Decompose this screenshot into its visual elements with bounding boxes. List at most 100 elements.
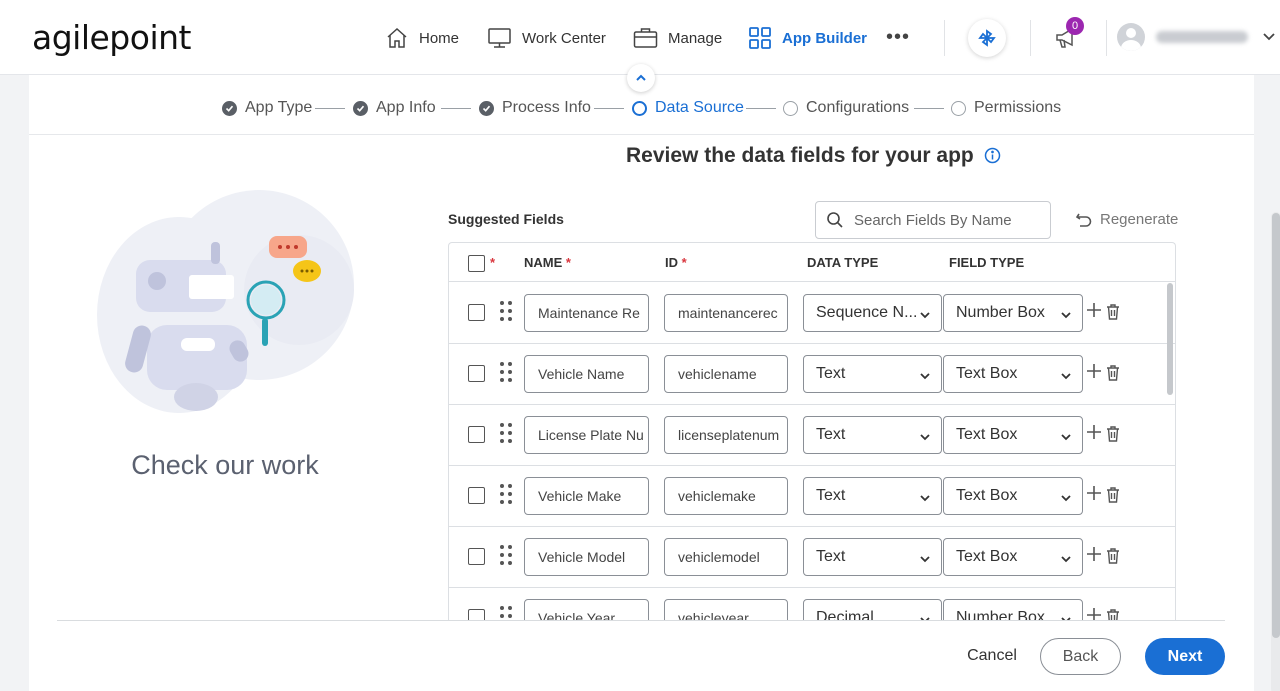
trash-icon[interactable]: [1106, 304, 1120, 320]
column-header-name: NAME *: [524, 255, 571, 270]
row-checkbox[interactable]: [468, 609, 485, 620]
nav-work-center[interactable]: Work Center: [487, 24, 606, 52]
info-icon[interactable]: [984, 147, 1001, 164]
drag-handle-icon[interactable]: [500, 484, 514, 508]
add-icon[interactable]: [1086, 485, 1102, 501]
field-name-input[interactable]: Vehicle Model: [524, 538, 649, 576]
data-type-select[interactable]: Text: [803, 416, 942, 454]
table-scrollbar-thumb[interactable]: [1167, 283, 1173, 395]
step-permissions[interactable]: Permissions: [951, 99, 1061, 117]
search-fields-input[interactable]: [854, 211, 1034, 229]
table-row: Vehicle Make vehiclemake Text Text Box: [449, 466, 1175, 527]
drag-handle-icon[interactable]: [500, 423, 514, 447]
data-type-select[interactable]: Decimal: [803, 599, 942, 620]
chevron-down-icon: [920, 373, 930, 380]
field-id-input[interactable]: vehiclemodel: [664, 538, 788, 576]
nav-home[interactable]: Home: [385, 24, 459, 52]
divider: [1030, 20, 1031, 56]
row-checkbox[interactable]: [468, 548, 485, 565]
drag-handle-icon[interactable]: [500, 545, 514, 569]
trash-icon[interactable]: [1106, 365, 1120, 381]
field-type-select[interactable]: Text Box: [943, 538, 1083, 576]
step-app-info[interactable]: App Info: [353, 99, 436, 117]
column-header-data-type: DATA TYPE: [807, 255, 879, 270]
field-type-value: Text Box: [956, 365, 1018, 382]
row-checkbox[interactable]: [468, 426, 485, 443]
collapse-header-button[interactable]: [627, 64, 655, 92]
ai-assistant-button[interactable]: [968, 19, 1006, 57]
nav-app-builder-label: App Builder: [782, 29, 867, 47]
step-data-source[interactable]: Data Source: [632, 99, 744, 117]
field-id-input[interactable]: vehicleyear: [664, 599, 788, 620]
page-title: Review the data fields for your app: [626, 144, 974, 167]
add-icon[interactable]: [1086, 424, 1102, 440]
more-menu-icon[interactable]: •••: [886, 26, 910, 49]
field-name-input[interactable]: Vehicle Name: [524, 355, 649, 393]
empty-circle-icon: [951, 100, 966, 116]
field-type-select[interactable]: Text Box: [943, 477, 1083, 515]
trash-icon[interactable]: [1106, 548, 1120, 564]
drag-handle-icon[interactable]: [500, 362, 514, 386]
field-name-input[interactable]: Maintenance Re: [524, 294, 649, 332]
field-id-input[interactable]: vehiclename: [664, 355, 788, 393]
table-row: Vehicle Model vehiclemodel Text Text Box: [449, 527, 1175, 588]
data-type-select[interactable]: Text: [803, 477, 942, 515]
add-icon[interactable]: [1086, 607, 1102, 620]
drag-handle-icon[interactable]: [500, 301, 514, 325]
trash-icon[interactable]: [1106, 609, 1120, 620]
data-type-select[interactable]: Text: [803, 538, 942, 576]
field-type-value: Number Box: [956, 609, 1045, 620]
field-type-select[interactable]: Number Box: [943, 599, 1083, 620]
drag-handle-icon[interactable]: [500, 606, 514, 620]
add-icon[interactable]: [1086, 302, 1102, 318]
field-type-select[interactable]: Text Box: [943, 355, 1083, 393]
search-fields-box[interactable]: [815, 201, 1051, 239]
step-configurations[interactable]: Configurations: [783, 99, 909, 117]
field-type-select[interactable]: Number Box: [943, 294, 1083, 332]
nav-work-center-label: Work Center: [522, 29, 606, 47]
nav-manage[interactable]: Manage: [633, 24, 722, 52]
add-icon[interactable]: [1086, 546, 1102, 562]
cancel-button[interactable]: Cancel: [952, 638, 1032, 674]
data-type-select[interactable]: Text: [803, 355, 942, 393]
data-type-value: Sequence N...: [816, 304, 918, 321]
row-checkbox[interactable]: [468, 365, 485, 382]
agilepoint-logo[interactable]: agilepoint: [32, 18, 191, 57]
field-name-input[interactable]: Vehicle Year: [524, 599, 649, 620]
regenerate-button[interactable]: Regenerate: [1075, 211, 1178, 228]
field-name-input[interactable]: License Plate Nu: [524, 416, 649, 454]
divider: [944, 20, 945, 56]
trash-icon[interactable]: [1106, 426, 1120, 442]
table-row: Vehicle Name vehiclename Text Text Box: [449, 344, 1175, 405]
user-name-blurred[interactable]: [1156, 31, 1248, 43]
field-type-value: Text Box: [956, 487, 1018, 504]
trash-icon[interactable]: [1106, 487, 1120, 503]
row-checkbox[interactable]: [468, 487, 485, 504]
data-type-value: Text: [816, 365, 846, 382]
nav-app-builder[interactable]: App Builder: [748, 24, 867, 52]
field-id-input[interactable]: vehiclemake: [664, 477, 788, 515]
field-type-select[interactable]: Text Box: [943, 416, 1083, 454]
add-icon[interactable]: [1086, 363, 1102, 379]
step-process-info[interactable]: Process Info: [479, 99, 591, 117]
field-name-input[interactable]: Vehicle Make: [524, 477, 649, 515]
row-checkbox[interactable]: [468, 304, 485, 321]
field-type-value: Text Box: [956, 548, 1018, 565]
data-type-select[interactable]: Sequence N...: [803, 294, 942, 332]
select-all-checkbox[interactable]: [468, 255, 485, 272]
user-avatar[interactable]: [1117, 23, 1145, 51]
data-type-value: Text: [816, 548, 846, 565]
step-app-type[interactable]: App Type: [222, 99, 312, 117]
next-button[interactable]: Next: [1145, 638, 1225, 675]
page-scrollbar-thumb[interactable]: [1272, 213, 1280, 638]
regenerate-label: Regenerate: [1100, 211, 1179, 228]
undo-arrow-icon: [1075, 213, 1092, 227]
field-id-input[interactable]: licenseplatenum: [664, 416, 788, 454]
step-label: Configurations: [806, 99, 910, 116]
field-id-input[interactable]: maintenancerec: [664, 294, 788, 332]
step-label: Data Source: [655, 99, 744, 116]
suggested-fields-heading: Suggested Fields: [448, 211, 564, 227]
chevron-down-icon[interactable]: [1262, 30, 1276, 49]
back-button[interactable]: Back: [1040, 638, 1121, 675]
step-connector: [441, 108, 471, 109]
